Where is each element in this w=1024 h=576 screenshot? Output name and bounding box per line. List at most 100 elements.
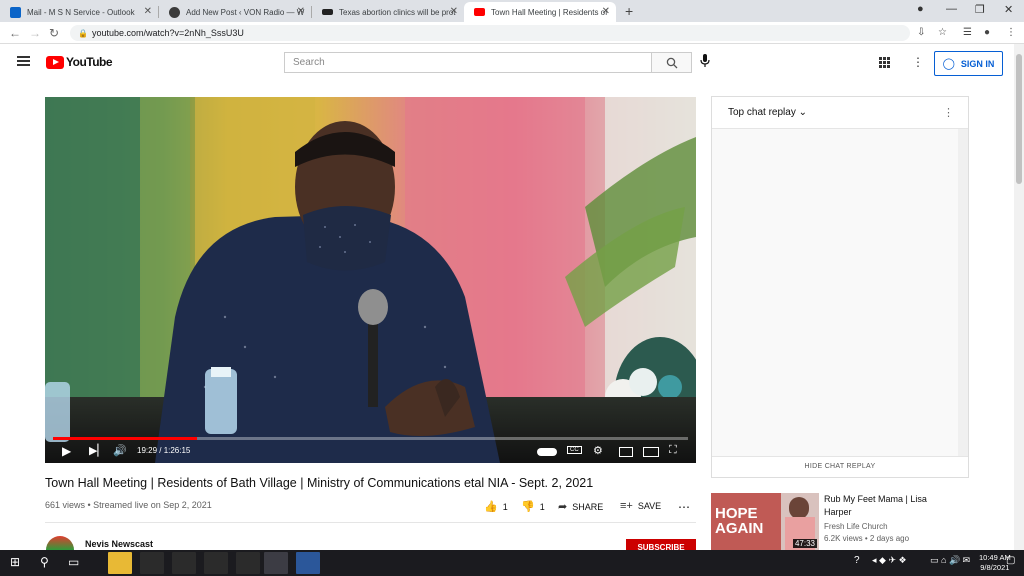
- menu-icon[interactable]: [17, 56, 30, 66]
- video-progress-track[interactable]: [53, 437, 688, 440]
- volume-icon[interactable]: 🔊: [113, 444, 127, 457]
- tab-title: Add New Post ‹ VON Radio — W: [186, 7, 305, 17]
- reading-list-icon[interactable]: ☰: [963, 27, 972, 38]
- thumbs-down-icon: 👎: [521, 501, 535, 513]
- page-scrollbar[interactable]: [1014, 44, 1024, 550]
- channel-name[interactable]: Nevis Newscast: [85, 539, 153, 549]
- bookmark-star-icon[interactable]: ☆: [938, 27, 947, 38]
- sign-in-label: SIGN IN: [960, 58, 995, 69]
- save-button[interactable]: ≡+ SAVE: [620, 500, 661, 512]
- miniplayer-icon[interactable]: [619, 447, 633, 457]
- install-app-icon[interactable]: ⇩: [917, 27, 925, 38]
- close-window-icon[interactable]: ✕: [1004, 3, 1013, 16]
- tray-icons[interactable]: ◂ ◆ ✈ ❖: [872, 555, 907, 566]
- close-tab-icon[interactable]: ✕: [144, 6, 152, 17]
- chat-header[interactable]: Top chat replay ⌄ ⋮: [712, 97, 968, 129]
- tab-title: Texas abortion clinics will be prot: [339, 7, 456, 17]
- search-button[interactable]: [652, 52, 692, 73]
- subscribe-button[interactable]: SUBSCRIBE: [626, 539, 696, 550]
- sign-in-button[interactable]: ◯ SIGN IN: [934, 51, 1003, 76]
- share-label: SHARE: [572, 501, 604, 512]
- thumbs-up-icon: 👍: [484, 501, 498, 513]
- browser-menu-icon[interactable]: ⋮: [1006, 27, 1016, 38]
- next-video-icon[interactable]: ▶▏: [89, 444, 106, 457]
- youtube-wordmark: YouTube: [66, 55, 113, 69]
- theater-mode-icon[interactable]: [643, 447, 659, 457]
- like-count: 1: [502, 501, 508, 512]
- channel-avatar[interactable]: [46, 536, 74, 550]
- more-actions-icon[interactable]: ⋯: [678, 500, 690, 514]
- news-site-icon: [322, 9, 333, 15]
- word-icon[interactable]: [296, 552, 320, 574]
- tab-search-icon[interactable]: ●: [917, 3, 924, 15]
- chat-more-icon[interactable]: ⋮: [943, 106, 954, 119]
- divider: [45, 522, 696, 523]
- user-circle-icon: ◯: [942, 58, 955, 70]
- browser-tab-von-radio[interactable]: Add New Post ‹ VON Radio — W ✕: [159, 2, 311, 22]
- share-arrow-icon: ➦: [558, 501, 568, 513]
- recommended-meta: 6.2K views • 2 days ago: [824, 534, 910, 543]
- video-player[interactable]: ▶ ▶▏ 🔊 19:29 / 1:26:15 CC ⚙ ⛶: [45, 97, 696, 463]
- apps-grid-icon[interactable]: [879, 57, 890, 71]
- video-duration: 47:33: [792, 539, 817, 548]
- dislike-button[interactable]: 👎 1: [521, 500, 545, 513]
- windows-start-icon[interactable]: ⊞: [10, 555, 20, 569]
- back-icon[interactable]: ←: [9, 26, 21, 40]
- search-input[interactable]: Search: [284, 52, 652, 73]
- file-explorer-icon[interactable]: [108, 552, 132, 574]
- edge-icon[interactable]: [140, 552, 164, 574]
- player-controls: ▶ ▶▏ 🔊 19:29 / 1:26:15 CC ⚙ ⛶: [45, 441, 696, 463]
- search-icon[interactable]: ⚲: [40, 555, 49, 569]
- video-meta: 661 views • Streamed live on Sep 2, 2021: [45, 500, 212, 510]
- url-text: youtube.com/watch?v=2nNh_SssU3U: [92, 28, 244, 38]
- network-volume-icons[interactable]: ▭ ⌂ 🔊 ✉: [930, 555, 970, 566]
- ie-icon[interactable]: [172, 552, 196, 574]
- youtube-logo[interactable]: YouTube: [46, 55, 113, 69]
- help-icon[interactable]: ?: [854, 555, 860, 566]
- settings-more-icon[interactable]: ⋮: [912, 55, 924, 69]
- fullscreen-icon[interactable]: ⛶: [669, 444, 677, 457]
- page-scrollbar-thumb[interactable]: [1016, 54, 1022, 184]
- forward-icon[interactable]: →: [29, 26, 41, 40]
- task-view-icon[interactable]: ▭: [68, 555, 79, 569]
- like-button[interactable]: 👍 1: [484, 500, 508, 513]
- hide-chat-replay-button[interactable]: HIDE CHAT REPLAY: [712, 456, 968, 477]
- captions-icon[interactable]: CC: [567, 446, 582, 454]
- new-tab-icon[interactable]: +: [625, 3, 633, 19]
- browser-tab-town-hall[interactable]: Town Hall Meeting | Residents of ✕: [464, 2, 616, 22]
- browser-tab-texas[interactable]: Texas abortion clinics will be prot ✕: [312, 2, 464, 22]
- reload-icon[interactable]: ↻: [49, 26, 59, 40]
- browser-tab-outlook[interactable]: Mail - M S N Service - Outlook ✕: [0, 2, 158, 22]
- microphone-icon: [700, 54, 710, 67]
- address-bar-row: ← → ↻ 🔒 youtube.com/watch?v=2nNh_SssU3U …: [0, 22, 1024, 44]
- chat-scrollbar[interactable]: [958, 129, 968, 457]
- time-display: 19:29 / 1:26:15: [137, 446, 191, 455]
- close-tab-icon[interactable]: ✕: [297, 6, 305, 17]
- settings-gear-icon[interactable]: ⚙: [593, 444, 603, 457]
- recommended-channel: Fresh Life Church: [824, 522, 888, 531]
- tab-title: Mail - M S N Service - Outlook: [27, 7, 135, 17]
- youtube-play-icon: [46, 55, 64, 69]
- url-field[interactable]: 🔒 youtube.com/watch?v=2nNh_SssU3U: [70, 25, 910, 41]
- recommended-thumbnail[interactable]: HOPE AGAIN 47:33: [711, 493, 819, 550]
- restore-icon[interactable]: ❐: [975, 3, 985, 16]
- profile-icon[interactable]: ●: [984, 27, 990, 38]
- recommended-title[interactable]: Rub My Feet Mama | Lisa Harper: [824, 493, 944, 519]
- minimize-icon[interactable]: —: [946, 3, 957, 15]
- chevron-down-icon: ⌄: [798, 107, 807, 118]
- dislike-count: 1: [539, 501, 545, 512]
- chat-messages-area: [712, 129, 960, 457]
- notifications-icon[interactable]: ▢: [1006, 555, 1015, 566]
- autoplay-toggle[interactable]: [537, 448, 557, 456]
- playlist-add-icon: ≡+: [620, 500, 633, 512]
- voice-search-button[interactable]: [700, 54, 710, 71]
- close-tab-icon[interactable]: ✕: [450, 6, 458, 17]
- chrome-icon[interactable]: [264, 552, 288, 574]
- chat-replay-panel: Top chat replay ⌄ ⋮ HIDE CHAT REPLAY: [711, 96, 969, 478]
- close-tab-icon[interactable]: ✕: [602, 6, 610, 17]
- youtube-favicon-icon: [474, 8, 485, 16]
- vlc-icon[interactable]: [204, 552, 228, 574]
- heart-app-icon[interactable]: [236, 552, 260, 574]
- share-button[interactable]: ➦ SHARE: [558, 500, 603, 513]
- play-icon[interactable]: ▶: [62, 444, 71, 458]
